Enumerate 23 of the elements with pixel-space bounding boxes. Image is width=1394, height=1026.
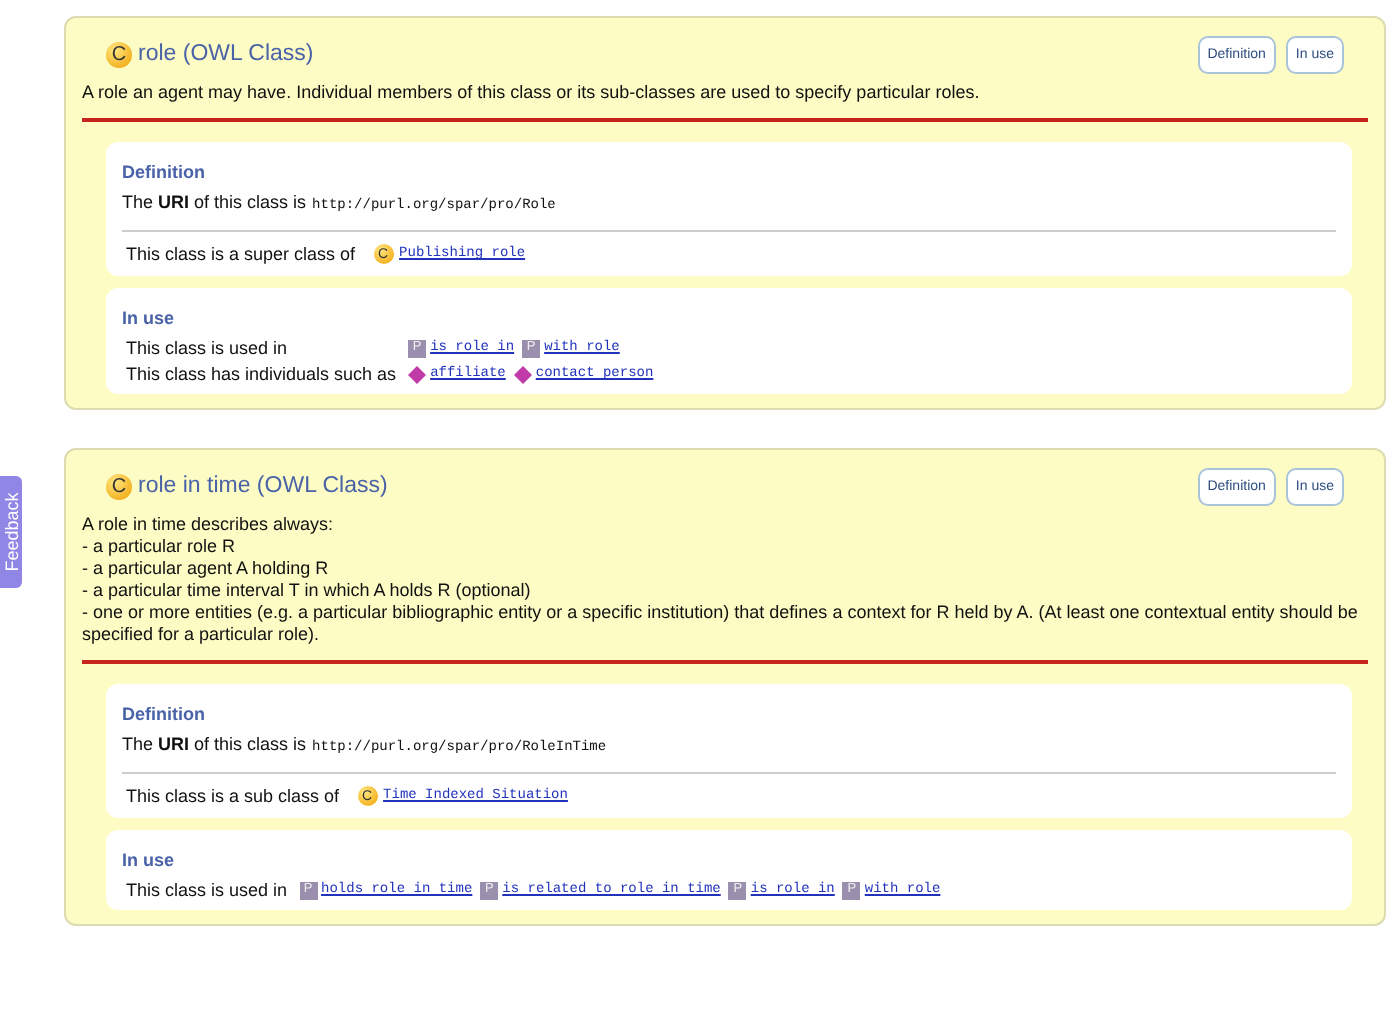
relation-label: This class is a sub class of xyxy=(126,786,340,806)
description-text: A role an agent may have. Individual members of this class or its sub-classes are used to specify particular roles. xyxy=(82,82,982,104)
usage-label: This class is used in xyxy=(126,336,290,360)
uri-label: The URI of this class is xyxy=(122,734,307,754)
section-heading: Definition xyxy=(122,162,207,182)
section-heading: In use xyxy=(122,850,177,870)
description-text: - one or more entities (e.g. a particular bibliographic entity or a specific institution) that defines a context for R held by A. (At least one contextual entity should be specified for a particular role). xyxy=(82,602,1360,646)
diamond-icon xyxy=(513,365,532,383)
description-text: - a particular role R xyxy=(82,536,238,558)
relation-label: This class is a super class of xyxy=(126,244,356,264)
section-heading: Definition xyxy=(122,704,207,724)
usage-label: This class is used in xyxy=(126,878,288,902)
class-badge: C xyxy=(106,41,132,67)
usage-label: This class has individuals such as xyxy=(126,362,397,386)
uri-label: The URI of this class is xyxy=(122,192,307,212)
class-title: role (OWL Class) xyxy=(138,42,314,66)
diamond-icon xyxy=(408,365,427,383)
description-text: - a particular time interval T in which A holds R (optional) xyxy=(82,580,533,602)
description-text: A role in time describes always: xyxy=(82,514,336,536)
section-heading: In use xyxy=(122,308,177,328)
class-title: role in time (OWL Class) xyxy=(138,474,388,498)
description-text: - a particular agent A holding R xyxy=(82,558,331,580)
class-badge: C xyxy=(106,473,132,499)
